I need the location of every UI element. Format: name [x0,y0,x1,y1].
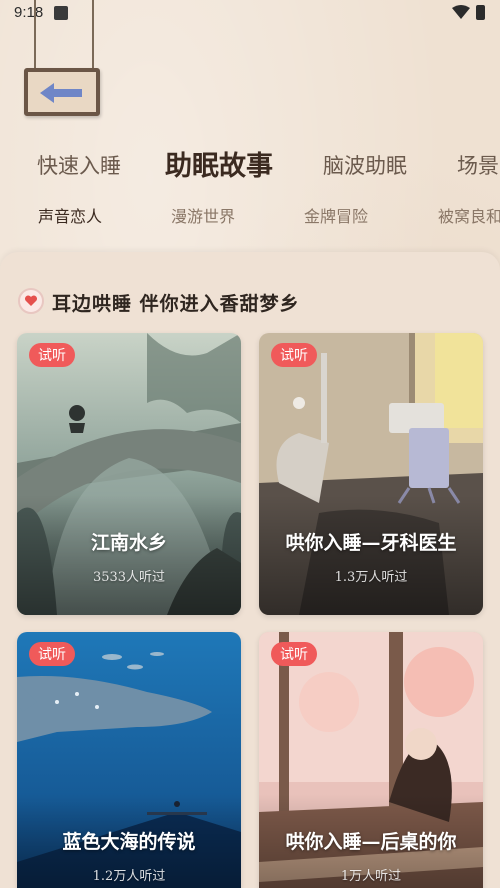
subtab-voice-lover[interactable]: 声音恋人 [29,203,109,229]
sub-tabs: 声音恋人 漫游世界 金牌冒险 被窝良和 [0,201,500,233]
sign-rope-right [92,0,94,70]
subtab-roam-world[interactable]: 漫游世界 [171,203,235,227]
wifi-icon [452,5,470,19]
status-time: 9:18 [14,4,44,21]
subtab-cozy-bed[interactable]: 被窝良和 [438,203,500,227]
trial-badge: 试听 [271,642,317,666]
category-tabs: 快速入睡 助眠故事 脑波助眠 场景 [0,140,500,184]
heart-icon [18,288,44,314]
back-button[interactable] [24,68,100,116]
card-listeners: 1万人听过 [340,869,402,884]
card-title: 江南水乡 [90,532,167,554]
story-card-dentist[interactable]: 试听 哄你入睡—牙科医生 1.3万人听过 [259,333,483,615]
trial-badge: 试听 [29,642,75,666]
card-listeners: 1.3万人听过 [334,570,408,585]
trial-badge: 试听 [29,343,75,367]
content-panel: 耳边哄睡 伴你进入香甜梦乡 试听 江南水乡 3533人听过 试听 哄你入睡—牙科… [0,252,500,888]
trial-badge: 试听 [271,343,317,367]
subtab-gold-adventure[interactable]: 金牌冒险 [304,203,368,227]
card-shade [17,495,241,615]
tab-quick-sleep[interactable]: 快速入睡 [37,150,121,180]
section-title: 耳边哄睡 伴你进入香甜梦乡 [52,293,300,315]
story-card-ocean[interactable]: 试听 蓝色大海的传说 1.2万人听过 [17,632,241,888]
card-listeners: 1.2万人听过 [92,869,166,884]
battery-icon [476,5,485,20]
story-card-back-desk[interactable]: 试听 哄你入睡—后桌的你 1万人听过 [259,632,483,888]
card-shade [259,495,483,615]
story-card-jiangnan[interactable]: 试听 江南水乡 3533人听过 [17,333,241,615]
card-title: 蓝色大海的传说 [62,831,196,853]
arrow-left-icon [40,83,82,103]
status-bar: 9:18 [0,0,500,28]
card-listeners: 3533人听过 [92,570,166,585]
tab-scene[interactable]: 场景 [457,150,499,180]
tab-brainwave[interactable]: 脑波助眠 [323,150,407,180]
app-notification-icon [54,6,68,20]
sign-rope-left [34,0,36,70]
card-title: 哄你入睡—后桌的你 [285,831,457,853]
card-title: 哄你入睡—牙科医生 [285,532,457,554]
tab-sleep-stories[interactable]: 助眠故事 [151,144,287,184]
